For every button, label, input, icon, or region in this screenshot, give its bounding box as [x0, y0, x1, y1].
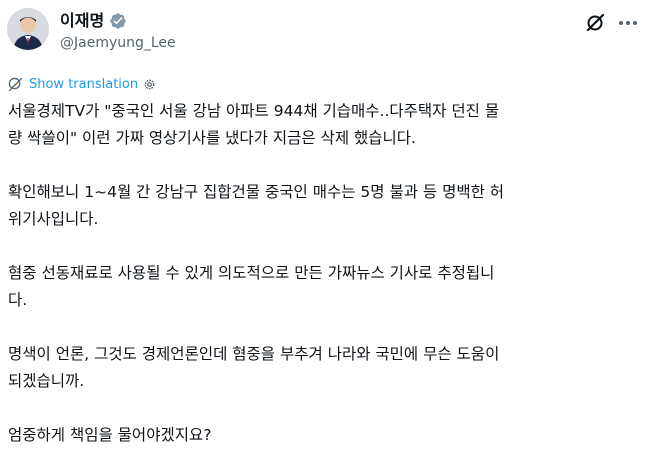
show-translation-link[interactable]: Show translation: [8, 75, 156, 93]
avatar[interactable]: [7, 8, 49, 50]
show-translation-label[interactable]: Show translation: [29, 77, 138, 92]
more-options-button[interactable]: [617, 13, 639, 33]
tweet-paragraph-3: 혐중 선동재료로 사용될 수 있게 의도적으로 만든 가짜뉴스 기사로 추정됩니…: [8, 264, 495, 309]
grok-button[interactable]: [585, 13, 605, 33]
gear-icon[interactable]: [143, 78, 156, 91]
translate-icon: [8, 77, 23, 91]
tweet-paragraph-4: 명색이 언론, 그것도 경제언론인데 혐중을 부추겨 나라와 국민에 무슨 도움…: [8, 345, 500, 390]
display-name-row: 이재명: [60, 10, 127, 32]
tweet-paragraph-5: 엄중하게 책임을 물어야겠지요?: [8, 426, 212, 444]
tweet-text: 서울경제TV가 "중국인 서울 강남 아파트 944채 기습매수..다주택자 던…: [8, 98, 646, 449]
tweet-card: 이재명 @Jaemyung_Lee Show translation 서울경제T…: [0, 0, 653, 469]
verified-badge-icon[interactable]: [109, 12, 127, 30]
user-handle[interactable]: @Jaemyung_Lee: [60, 34, 176, 52]
grok-icon: [586, 13, 605, 32]
tweet-paragraph-2: 확인해보니 1~4월 간 강남구 집합건물 중국인 매수는 5명 불과 등 명백…: [8, 183, 505, 228]
tweet-paragraph-1: 서울경제TV가 "중국인 서울 강남 아파트 944채 기습매수..다주택자 던…: [8, 102, 500, 147]
display-name[interactable]: 이재명: [60, 11, 104, 31]
more-horizontal-icon: [619, 21, 637, 25]
